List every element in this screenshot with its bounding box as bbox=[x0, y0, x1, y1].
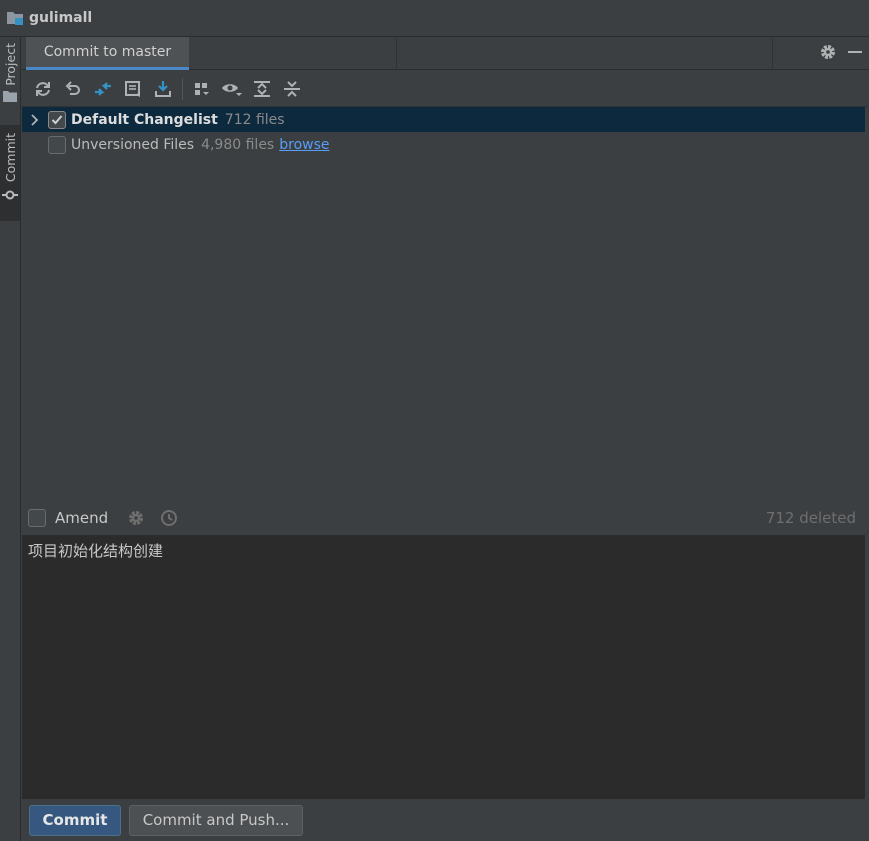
tool-tab-commit[interactable]: Commit bbox=[0, 125, 20, 221]
commit-button[interactable]: Commit bbox=[29, 804, 121, 836]
chevron-right-icon[interactable] bbox=[22, 113, 48, 126]
unversioned-label: Unversioned Files bbox=[71, 136, 195, 153]
tab-bar: Commit to master bbox=[22, 37, 869, 70]
commit-panel: Commit to master Default Changelist 712 … bbox=[22, 37, 869, 841]
commit-icon bbox=[2, 188, 18, 204]
tree-scrollbar[interactable] bbox=[865, 107, 869, 505]
button-bar: Commit Commit and Push... bbox=[22, 799, 869, 841]
tool-tab-project[interactable]: Project bbox=[0, 43, 20, 119]
panel-actions bbox=[819, 43, 863, 65]
history-clock-icon[interactable] bbox=[159, 508, 179, 528]
unversioned-files-checkbox[interactable] bbox=[48, 135, 66, 154]
project-folder-icon bbox=[6, 10, 24, 26]
changelist-file-count: 712 files bbox=[224, 111, 285, 128]
tab-label: Commit to master bbox=[43, 44, 172, 60]
tab-separator bbox=[396, 37, 397, 70]
folder-icon bbox=[3, 90, 17, 106]
gear-icon[interactable] bbox=[819, 43, 837, 65]
tab-separator bbox=[772, 37, 773, 70]
browse-link[interactable]: browse bbox=[279, 137, 329, 153]
project-title: gulimall bbox=[29, 10, 93, 26]
expand-all-icon[interactable] bbox=[247, 75, 277, 103]
amend-label[interactable]: Amend bbox=[55, 509, 108, 527]
refresh-icon[interactable] bbox=[28, 75, 58, 103]
commit-options-gear-icon[interactable] bbox=[126, 508, 146, 528]
shelve-icon[interactable] bbox=[118, 75, 148, 103]
commit-and-push-button[interactable]: Commit and Push... bbox=[129, 804, 303, 836]
toolbar-separator bbox=[182, 77, 183, 100]
commit-toolbar bbox=[22, 71, 869, 107]
tree-row-default-changelist[interactable]: Default Changelist 712 files bbox=[22, 107, 865, 132]
tool-tab-project-label: Project bbox=[2, 43, 18, 86]
changelist-name: Default Changelist bbox=[71, 111, 218, 128]
unversioned-file-count: 4,980 files bbox=[201, 136, 275, 153]
commit-message-editor[interactable]: 项目初始化结构创建 bbox=[22, 535, 865, 799]
group-by-icon[interactable] bbox=[187, 75, 217, 103]
update-icon[interactable] bbox=[148, 75, 178, 103]
default-changelist-checkbox[interactable] bbox=[48, 110, 66, 129]
left-tool-strip: Project Commit bbox=[0, 37, 21, 841]
amend-bar: Amend 712 deleted bbox=[22, 501, 869, 535]
minimize-icon[interactable] bbox=[847, 44, 863, 64]
diff-icon[interactable] bbox=[88, 75, 118, 103]
tab-commit-to-master[interactable]: Commit to master bbox=[26, 37, 189, 70]
changes-tree: Default Changelist 712 files Unversioned… bbox=[22, 107, 865, 505]
title-bar: gulimall bbox=[0, 0, 869, 37]
rollback-icon[interactable] bbox=[58, 75, 88, 103]
changes-status: 712 deleted bbox=[765, 509, 856, 527]
tool-tab-commit-label: Commit bbox=[2, 133, 18, 183]
tree-row-unversioned-files[interactable]: Unversioned Files 4,980 files browse bbox=[22, 132, 865, 157]
collapse-all-icon[interactable] bbox=[277, 75, 307, 103]
amend-checkbox[interactable] bbox=[28, 509, 46, 527]
commit-message-text: 项目初始化结构创建 bbox=[28, 542, 164, 560]
editor-scrollbar[interactable] bbox=[865, 535, 869, 799]
view-options-icon[interactable] bbox=[217, 75, 247, 103]
